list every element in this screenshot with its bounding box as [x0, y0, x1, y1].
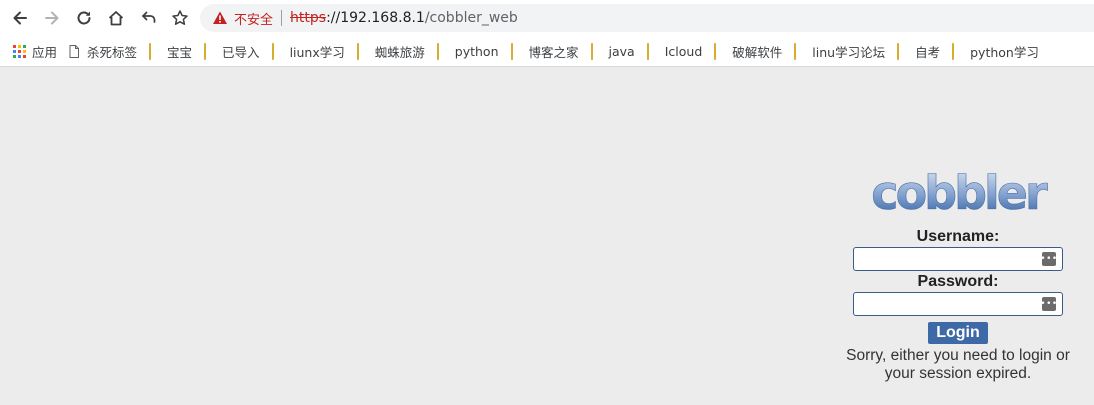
bookmark-item[interactable]: Icloud [640, 39, 708, 63]
bookmark-label: 已导入 [222, 44, 260, 60]
omnibox-divider [281, 10, 283, 26]
home-icon [108, 11, 124, 26]
bookmarks-bar: 应用 杀死标签 宝宝 已导入 liunx学习 蜘蛛旅游 python 博客之家 java Iclo… [0, 36, 1094, 67]
page-content: cobbler cobbler Username: ••• Password: … [0, 67, 1094, 405]
reload-icon [77, 11, 91, 25]
username-field-wrapper: ••• [853, 247, 1063, 271]
folder-icon [895, 42, 909, 60]
login-button[interactable]: Login [928, 322, 988, 344]
password-field-wrapper: ••• [853, 292, 1063, 316]
undo-icon [142, 11, 156, 23]
folder-icon [950, 42, 964, 60]
url-scheme: https [290, 10, 327, 26]
svg-text:cobbler: cobbler [871, 167, 1048, 220]
bookmark-label: 蜘蛛旅游 [374, 44, 425, 60]
bookmark-item[interactable]: 杀死标签 [62, 39, 142, 63]
cobbler-logo: cobbler cobbler [871, 167, 1048, 220]
bookmark-label: 宝宝 [167, 44, 193, 60]
bookmark-item[interactable]: 蜘蛛旅游 [350, 39, 430, 63]
url-host: 192.168.8.1 [340, 10, 425, 26]
username-label: Username: [916, 228, 1000, 245]
folder-icon [147, 42, 161, 60]
folder-icon [202, 42, 216, 60]
bookmark-label: java [608, 43, 635, 59]
folder-icon [792, 42, 806, 60]
forward-button[interactable] [40, 6, 64, 30]
arrow-right-icon [45, 11, 59, 25]
folder-icon [355, 42, 369, 60]
folder-icon [509, 42, 523, 60]
reload-button[interactable] [72, 6, 96, 30]
folder-icon [435, 42, 449, 60]
bookmark-item[interactable]: 自考 [890, 39, 945, 63]
session-expired-message: Sorry, either you need to login or your … [846, 347, 1070, 382]
security-status-label[interactable]: 不安全 [234, 9, 273, 28]
undo-button[interactable] [136, 6, 160, 30]
username-input[interactable] [853, 247, 1063, 271]
bookmark-star-button[interactable] [168, 6, 192, 30]
address-bar[interactable]: 不安全 https://192.168.8.1/cobbler_web [200, 4, 1094, 32]
bookmark-label: liunx学习 [289, 44, 345, 60]
folder-icon [270, 42, 284, 60]
password-label: Password: [917, 273, 999, 290]
folder-icon [645, 42, 659, 60]
browser-toolbar: 不安全 https://192.168.8.1/cobbler_web [0, 0, 1094, 36]
bookmark-label: python学习 [970, 44, 1039, 60]
folder-icon [589, 42, 603, 60]
page-icon [67, 44, 81, 59]
bookmark-label: linu学习论坛 [812, 44, 886, 60]
back-button[interactable] [8, 6, 32, 30]
home-button[interactable] [104, 6, 128, 30]
bookmark-label: 自考 [915, 44, 941, 60]
bookmark-label: 应用 [32, 44, 58, 60]
apps-grid-icon [12, 44, 26, 59]
bookmark-item[interactable]: 已导入 [197, 39, 265, 63]
login-form: cobbler cobbler Username: ••• Password: … [836, 167, 1080, 383]
warning-icon[interactable] [212, 10, 228, 26]
bookmark-item[interactable]: 破解软件 [707, 39, 787, 63]
bookmark-item[interactable]: liunx学习 [265, 39, 350, 63]
bookmark-item[interactable]: python [430, 39, 504, 63]
folder-icon [712, 42, 726, 60]
bookmark-label: 杀死标签 [87, 44, 138, 60]
bookmark-label: 破解软件 [732, 44, 783, 60]
bookmark-item[interactable]: 应用 [7, 39, 62, 63]
bookmark-label: 博客之家 [528, 44, 579, 60]
bookmark-item[interactable]: 博客之家 [504, 39, 584, 63]
bookmark-item[interactable]: python学习 [945, 39, 1044, 63]
url-path: /cobbler_web [424, 10, 518, 26]
password-manager-key-icon[interactable]: ••• [1040, 297, 1057, 311]
bookmark-label: Icloud [664, 43, 703, 59]
bookmark-label: python [454, 43, 499, 59]
bookmark-item[interactable]: 宝宝 [142, 39, 197, 63]
arrow-left-icon [13, 11, 27, 25]
bookmark-item[interactable]: linu学习论坛 [787, 39, 890, 63]
bookmark-item[interactable]: java [584, 39, 640, 63]
star-icon [172, 10, 188, 25]
url-separator: :// [326, 10, 341, 26]
password-manager-key-icon[interactable]: ••• [1040, 252, 1057, 266]
password-input[interactable] [853, 292, 1063, 316]
